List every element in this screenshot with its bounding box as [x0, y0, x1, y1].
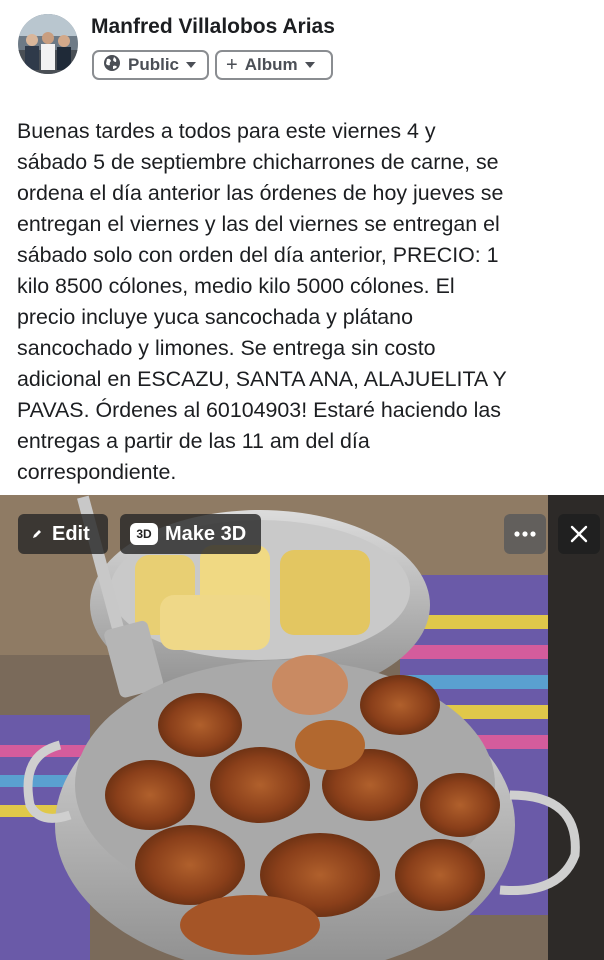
- close-button[interactable]: [558, 514, 600, 554]
- plus-icon: +: [226, 53, 238, 76]
- post-body-text: Buenas tardes a todos para este viernes …: [17, 119, 507, 484]
- edit-label: Edit: [52, 522, 90, 545]
- post-header: Manfred Villalobos Arias Public + Album: [0, 0, 604, 100]
- chevron-down-icon: [304, 62, 315, 68]
- chevron-down-icon: [186, 62, 197, 68]
- post-photo[interactable]: Edit 3D Make 3D: [0, 495, 604, 960]
- make-3d-button[interactable]: 3D Make 3D: [120, 514, 261, 554]
- pencil-icon: [32, 529, 42, 539]
- 3d-icon: 3D: [130, 523, 158, 545]
- close-icon: [570, 525, 588, 543]
- audience-selector[interactable]: Public: [92, 50, 209, 80]
- globe-icon: [103, 54, 121, 77]
- more-options-button[interactable]: [504, 514, 546, 554]
- album-selector[interactable]: + Album: [215, 50, 333, 80]
- audience-label: Public: [128, 55, 180, 74]
- author-name[interactable]: Manfred Villalobos Arias: [91, 15, 335, 39]
- album-label: Album: [244, 55, 298, 74]
- author-avatar[interactable]: [18, 14, 78, 74]
- more-icon: [514, 531, 536, 537]
- edit-photo-button[interactable]: Edit: [18, 514, 108, 554]
- make-3d-label: Make 3D: [165, 522, 247, 545]
